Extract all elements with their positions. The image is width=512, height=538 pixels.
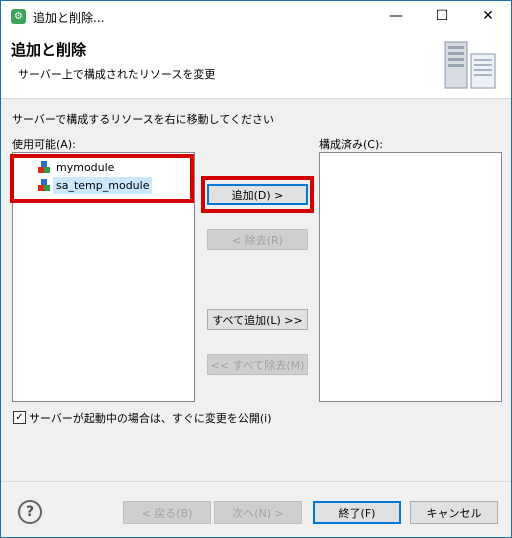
- available-label: 使用可能(A):: [12, 138, 76, 151]
- maximize-button[interactable]: ☐: [419, 1, 465, 32]
- next-button[interactable]: 次へ(N) >: [214, 501, 302, 524]
- footer-divider: [1, 481, 511, 482]
- help-icon[interactable]: ?: [18, 500, 42, 524]
- instruction-text: サーバーで構成するリソースを右に移動してください: [12, 113, 275, 126]
- add-remove-dialog: ⚙ 追加と削除... — ☐ ✕ 追加と削除 サーバー上で構成されたリソースを変…: [0, 0, 512, 538]
- configured-list[interactable]: [319, 152, 502, 402]
- add-all-button[interactable]: すべて追加(L) >>: [207, 309, 308, 330]
- close-button[interactable]: ✕: [465, 1, 511, 32]
- minimize-button[interactable]: —: [373, 1, 419, 32]
- back-button[interactable]: < 戻る(B): [123, 501, 211, 524]
- remove-all-button[interactable]: << すべて除去(M): [207, 354, 308, 375]
- highlight-available-items: [10, 154, 194, 203]
- publish-checkbox-label: サーバーが起動中の場合は、すぐに変更を公開(i): [29, 412, 272, 425]
- window-title: 追加と削除...: [33, 11, 105, 25]
- publish-checkbox[interactable]: ✓: [13, 411, 26, 424]
- finish-button[interactable]: 終了(F): [313, 501, 401, 524]
- configured-label: 構成済み(C):: [319, 138, 383, 151]
- page-subtitle: サーバー上で構成されたリソースを変更: [18, 68, 216, 81]
- title-bar: ⚙ 追加と削除... — ☐ ✕: [1, 1, 511, 32]
- page-title: 追加と削除: [11, 41, 87, 59]
- server-icon: [444, 41, 496, 89]
- add-button[interactable]: 追加(D) >: [207, 184, 308, 205]
- cancel-button[interactable]: キャンセル: [410, 501, 498, 524]
- remove-button[interactable]: < 除去(R): [207, 229, 308, 250]
- eclipse-server-icon: ⚙: [11, 9, 26, 24]
- wizard-header: 追加と削除 サーバー上で構成されたリソースを変更: [1, 32, 511, 99]
